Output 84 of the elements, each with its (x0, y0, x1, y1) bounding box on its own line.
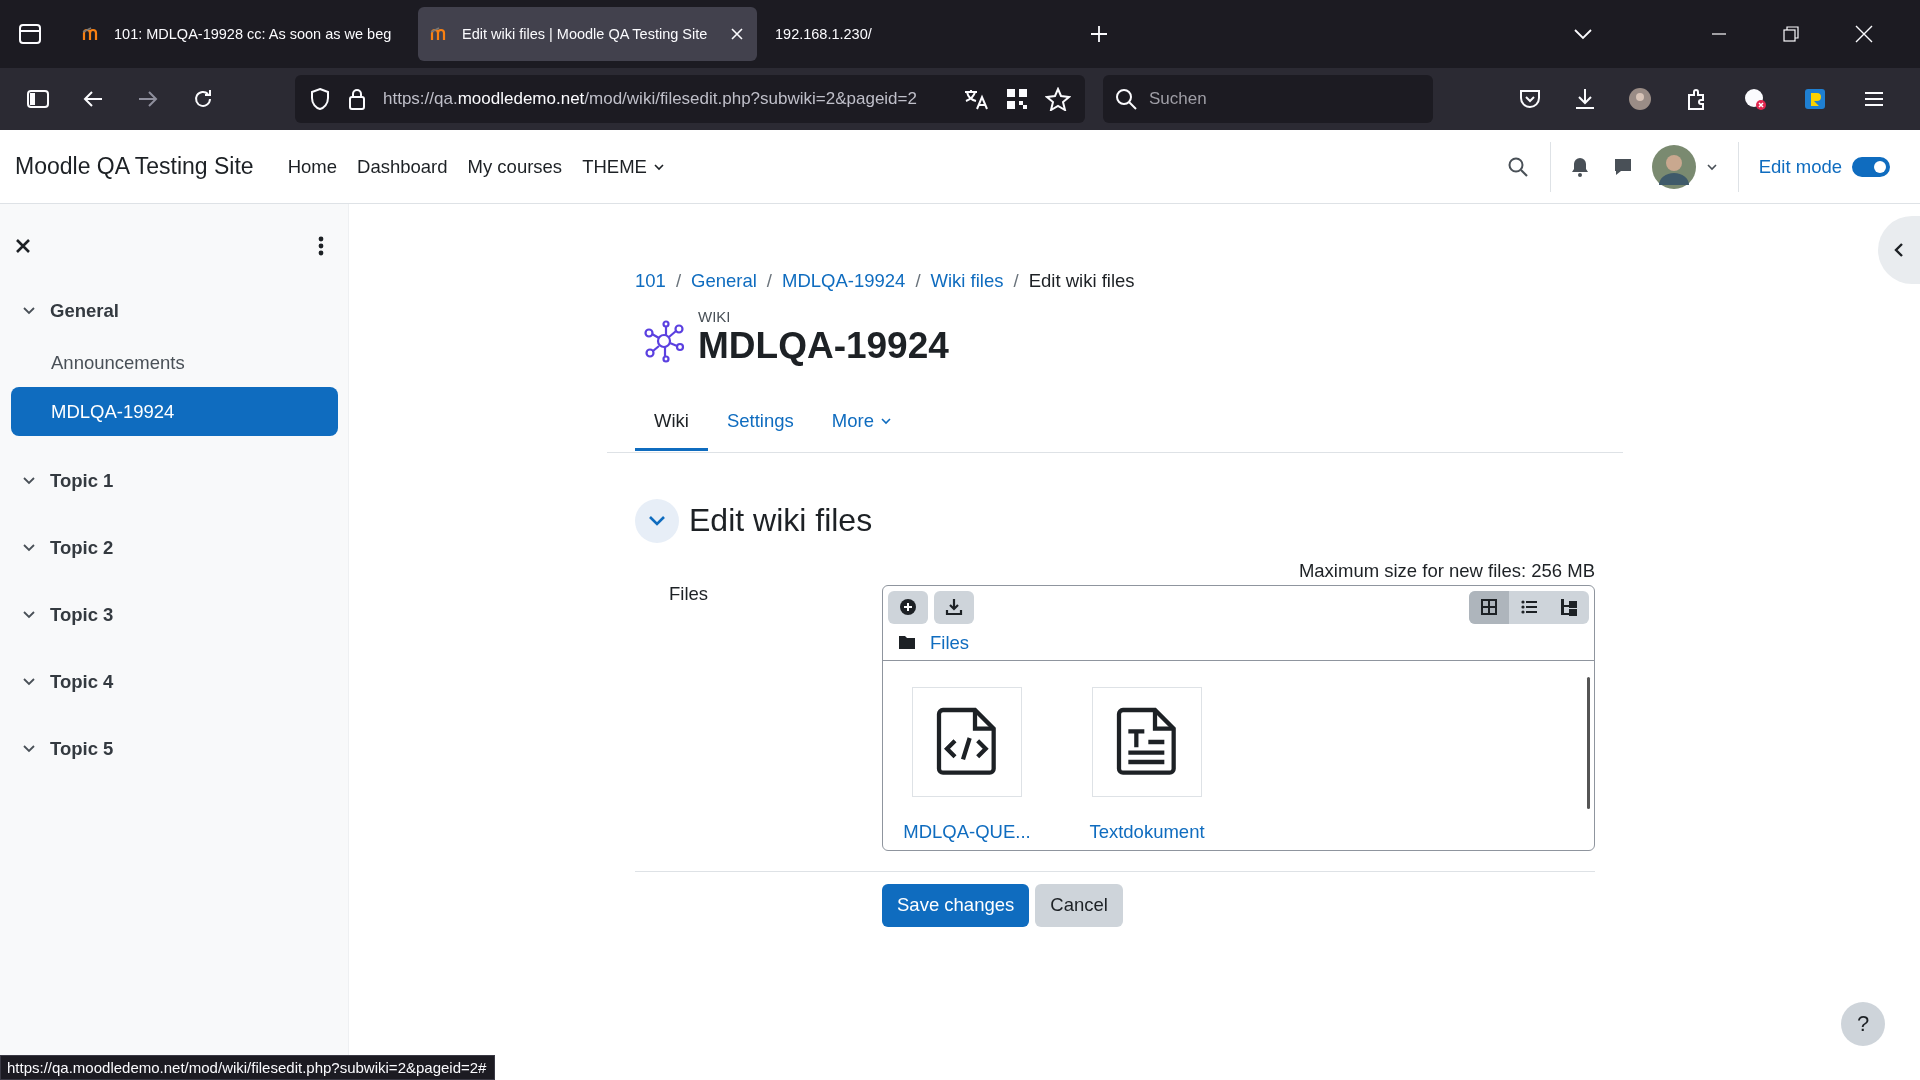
max-size-note: Maximum size for new files: 256 MB (1298, 559, 1595, 581)
save-button[interactable]: Save changes (882, 883, 1030, 927)
breadcrumb-link[interactable]: MDLQA-19924 (782, 270, 906, 292)
breadcrumb-link[interactable]: 101 (635, 270, 666, 292)
search-icon[interactable] (1506, 155, 1529, 178)
star-icon[interactable] (1045, 87, 1071, 111)
nav-tab[interactable]: Wiki (635, 393, 708, 451)
code-file-icon (935, 705, 999, 778)
breadcrumb-separator: / (915, 270, 921, 292)
collapse-toggle[interactable] (635, 498, 679, 543)
course-index-item[interactable]: Announcements (11, 338, 338, 387)
chevron-left-icon (1894, 242, 1904, 258)
file-name-link[interactable]: MDLQA-QUE... (903, 820, 1031, 843)
status-link-preview: https://qa.moodledemo.net/mod/wiki/filesedit.php?subwiki=2&pageid=2# (7, 1059, 487, 1076)
chat-bubble-icon[interactable] (1612, 156, 1633, 177)
section-title[interactable]: Topic 4 (50, 671, 114, 693)
browser-tab[interactable]: 101: MDLQA-19928 cc: As soon as we beg (70, 7, 412, 61)
site-name[interactable]: Moodle QA Testing Site (15, 153, 254, 180)
nav-link[interactable]: Home (277, 147, 348, 186)
notification-bell-icon[interactable] (1570, 156, 1589, 177)
breadcrumb-link[interactable]: Wiki files (930, 270, 1004, 292)
user-avatar-icon[interactable] (1651, 144, 1696, 189)
file-name-link[interactable]: Textdokument (1089, 820, 1205, 843)
sidebar-icon[interactable] (26, 87, 50, 111)
breadcrumb-link[interactable]: General (691, 270, 757, 292)
globe-blocked-icon[interactable] (1743, 87, 1767, 111)
file-thumbnail[interactable] (912, 686, 1022, 797)
address-bar[interactable]: https://qa.moodledemo.net/mod/wiki/filesedit.php?subwiki=2&pageid=2 (295, 75, 1085, 123)
close-icon[interactable] (15, 238, 31, 254)
download-icon (945, 598, 963, 617)
page-title: MDLQA-19924 (698, 325, 949, 368)
course-index-item[interactable]: MDLQA-19924 (11, 387, 338, 436)
chevron-icon (648, 513, 666, 528)
field-label: Files (669, 582, 709, 604)
extension-logo-icon[interactable] (1803, 87, 1827, 111)
section-title[interactable]: General (50, 300, 119, 322)
qr-code-icon[interactable] (1005, 87, 1029, 111)
section-heading: Edit wiki files (689, 502, 873, 540)
browser-tab[interactable]: 192.168.1.230/ (763, 7, 893, 61)
translate-icon[interactable] (963, 87, 989, 111)
search-icon (1115, 88, 1137, 110)
download-icon[interactable] (1573, 87, 1597, 111)
folder-path-link[interactable]: Files (930, 631, 970, 654)
nav-link[interactable]: My courses (457, 147, 573, 186)
help-button[interactable]: ? (1841, 1002, 1885, 1046)
edit-mode-label: Edit mode (1758, 155, 1842, 178)
account-avatar-icon[interactable] (1628, 87, 1652, 111)
lock-icon (347, 87, 367, 111)
restore-icon[interactable] (1783, 26, 1799, 42)
nav-tab[interactable]: More (812, 393, 911, 451)
shield-icon (309, 87, 331, 111)
network-nodes-icon (642, 318, 686, 363)
breadcrumb-current: Edit wiki files (1028, 270, 1135, 292)
grid-icon (1480, 598, 1498, 617)
search-field[interactable]: Suchen (1103, 75, 1433, 123)
download-button[interactable] (934, 590, 974, 624)
scrollbar[interactable] (1587, 676, 1590, 809)
view-toggle-button[interactable] (1469, 590, 1509, 624)
section-title[interactable]: Topic 5 (50, 738, 114, 760)
edit-mode-toggle[interactable] (1852, 156, 1890, 177)
file-thumbnail[interactable] (1092, 686, 1202, 797)
new-tab-icon[interactable] (1089, 24, 1109, 44)
browser-tab[interactable]: Edit wiki files | Moodle QA Testing Site (418, 7, 757, 61)
close-icon[interactable] (729, 26, 745, 42)
section-title[interactable]: Topic 3 (50, 604, 114, 626)
plus-circle-icon (899, 598, 917, 617)
section-title[interactable]: Topic 1 (50, 470, 114, 492)
nav-tab[interactable]: Settings (707, 393, 813, 451)
folder-icon (898, 635, 916, 651)
text-file-icon (1115, 705, 1179, 778)
pocket-icon[interactable] (1518, 87, 1542, 111)
section-title[interactable]: Topic 2 (50, 537, 114, 559)
cancel-button[interactable]: Cancel (1035, 883, 1123, 927)
nav-link[interactable]: Dashboard (347, 147, 458, 186)
activity-type-label: WIKI (698, 308, 732, 325)
drawer-toggle[interactable] (1878, 216, 1920, 284)
breadcrumb-separator: / (1013, 270, 1019, 292)
more-options-icon[interactable] (318, 236, 324, 256)
add-file-button[interactable] (888, 590, 928, 624)
tree-view-icon (1560, 598, 1578, 617)
nav-link[interactable]: THEME (572, 147, 675, 186)
chevron-down-icon[interactable] (1573, 27, 1593, 41)
breadcrumb-separator: / (766, 270, 772, 292)
breadcrumb-separator: / (675, 270, 681, 292)
